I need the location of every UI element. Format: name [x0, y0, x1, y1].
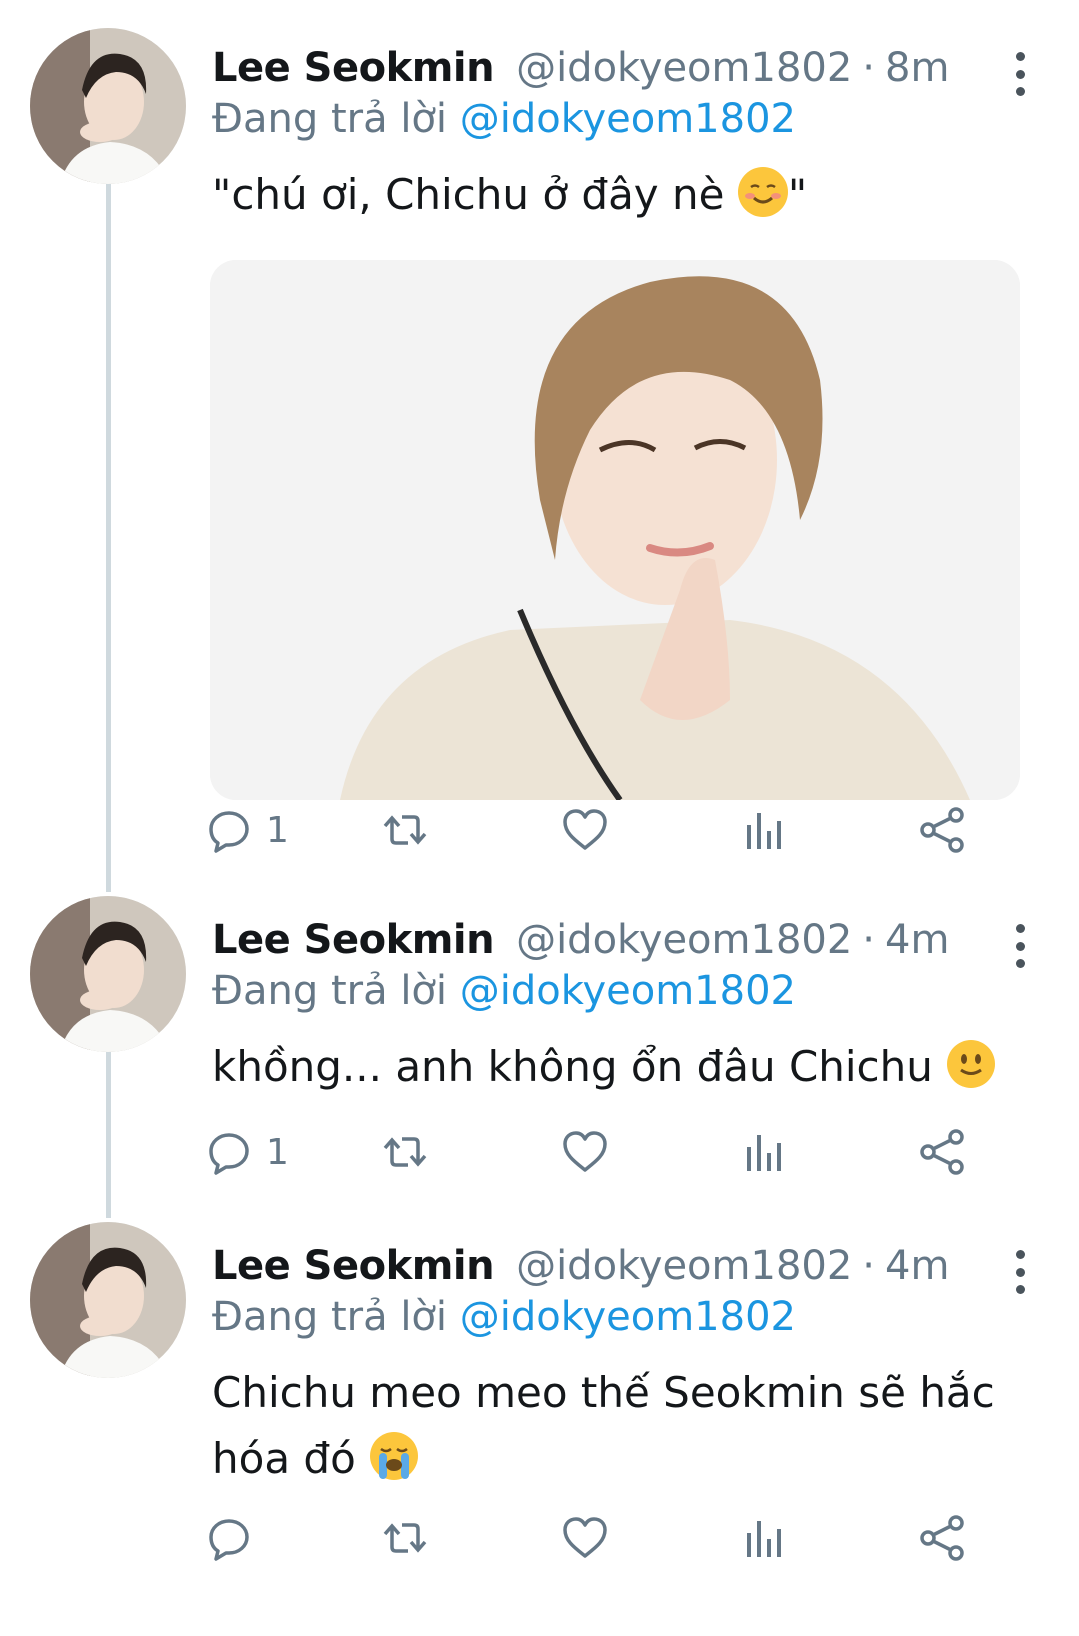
analytics-button[interactable] [740, 800, 790, 860]
reply-icon [209, 1133, 249, 1175]
avatar[interactable] [30, 28, 186, 184]
like-button[interactable] [560, 1122, 610, 1182]
display-name[interactable]: Lee Seokmin [212, 45, 495, 91]
smiling-face-emoji [737, 167, 788, 217]
share-icon [920, 1515, 964, 1561]
replying-to: Đang trả lời @idokyeom1802 [212, 968, 796, 1014]
tweet-actions [0, 1508, 1079, 1568]
more-options-icon[interactable] [1008, 924, 1032, 968]
share-icon [920, 807, 964, 853]
retweet-button[interactable] [380, 1122, 430, 1182]
retweet-button[interactable] [380, 1508, 430, 1568]
reply-mention-link[interactable]: @idokyeom1802 [460, 968, 796, 1014]
tweet[interactable]: Lee Seokmin @idokyeom1802 · 4m Đang trả … [0, 896, 1079, 1210]
retweet-button[interactable] [380, 800, 430, 860]
separator-dot: · [862, 1243, 876, 1289]
analytics-button[interactable] [740, 1508, 790, 1568]
user-handle[interactable]: @idokyeom1802 [516, 1243, 852, 1289]
retweet-icon [383, 815, 427, 845]
tweet-text-line: Chichu meo meo thế Seokmin sẽ hắc [212, 1368, 995, 1417]
reply-mention-link[interactable]: @idokyeom1802 [460, 96, 796, 142]
analytics-button[interactable] [740, 1122, 790, 1182]
more-options-icon[interactable] [1008, 52, 1032, 96]
tweet-header: Lee Seokmin @idokyeom1802 · 8m [212, 38, 949, 98]
analytics-icon [747, 1135, 781, 1171]
reply-icon [209, 811, 249, 853]
tweet-actions: 1 [0, 800, 1079, 860]
share-button[interactable] [918, 800, 968, 860]
reply-button[interactable]: 1 [204, 800, 289, 860]
tweet-text-closing-quote: " [787, 170, 808, 219]
analytics-icon [747, 1521, 781, 1557]
reply-count: 1 [266, 809, 289, 851]
separator-dot: · [862, 45, 876, 91]
tweet-text-line: hóa đó [212, 1434, 370, 1483]
tweet-actions: 1 [0, 1122, 1079, 1182]
slightly-smiling-face-emoji [946, 1039, 996, 1089]
timestamp[interactable]: 8m [885, 45, 949, 91]
share-button[interactable] [918, 1508, 968, 1568]
like-icon [563, 1131, 607, 1172]
share-icon [920, 1129, 964, 1175]
replying-to: Đang trả lời @idokyeom1802 [212, 1294, 796, 1340]
retweet-icon [383, 1523, 427, 1553]
reply-mention-link[interactable]: @idokyeom1802 [460, 1294, 796, 1340]
timestamp[interactable]: 4m [885, 917, 949, 963]
tweet[interactable]: Lee Seokmin @idokyeom1802 · 4m Đang trả … [0, 1222, 1079, 1636]
replying-to-label: Đang trả lời [212, 1294, 448, 1340]
tweet-header: Lee Seokmin @idokyeom1802 · 4m [212, 910, 949, 970]
avatar[interactable] [30, 1222, 186, 1378]
tweet-text-content: khồng... anh không ổn đâu Chichu [212, 1042, 947, 1091]
timestamp[interactable]: 4m [885, 1243, 949, 1289]
analytics-icon [747, 813, 781, 849]
retweet-icon [383, 1137, 427, 1167]
tweet-header: Lee Seokmin @idokyeom1802 · 4m [212, 1236, 949, 1296]
like-button[interactable] [560, 800, 610, 860]
reply-count: 1 [266, 1131, 289, 1173]
replying-to-label: Đang trả lời [212, 968, 448, 1014]
reply-icon [209, 1519, 249, 1561]
tweet-image[interactable] [210, 260, 1020, 800]
like-button[interactable] [560, 1508, 610, 1568]
tweet-text: khồng... anh không ổn đâu Chichu [212, 1034, 1032, 1100]
avatar[interactable] [30, 896, 186, 1052]
user-handle[interactable]: @idokyeom1802 [516, 917, 852, 963]
replying-to-label: Đang trả lời [212, 96, 448, 142]
display-name[interactable]: Lee Seokmin [212, 1243, 495, 1289]
separator-dot: · [862, 917, 876, 963]
tweet-text: Chichu meo meo thế Seokmin sẽ hắc hóa đó [212, 1360, 1032, 1492]
display-name[interactable]: Lee Seokmin [212, 917, 495, 963]
like-icon [563, 1517, 607, 1558]
replying-to: Đang trả lời @idokyeom1802 [212, 96, 796, 142]
reply-button[interactable] [204, 1508, 254, 1568]
tweet-text-content: "chú ơi, Chichu ở đây nè [212, 170, 738, 219]
more-options-icon[interactable] [1008, 1250, 1032, 1294]
loudly-crying-face-emoji [369, 1431, 419, 1481]
like-icon [563, 809, 607, 850]
tweet[interactable]: Lee Seokmin @idokyeom1802 · 8m Đang trả … [0, 28, 1079, 888]
reply-button[interactable]: 1 [204, 1122, 289, 1182]
user-handle[interactable]: @idokyeom1802 [516, 45, 852, 91]
tweet-text: "chú ơi, Chichu ở đây nè " [212, 162, 1032, 228]
share-button[interactable] [918, 1122, 968, 1182]
